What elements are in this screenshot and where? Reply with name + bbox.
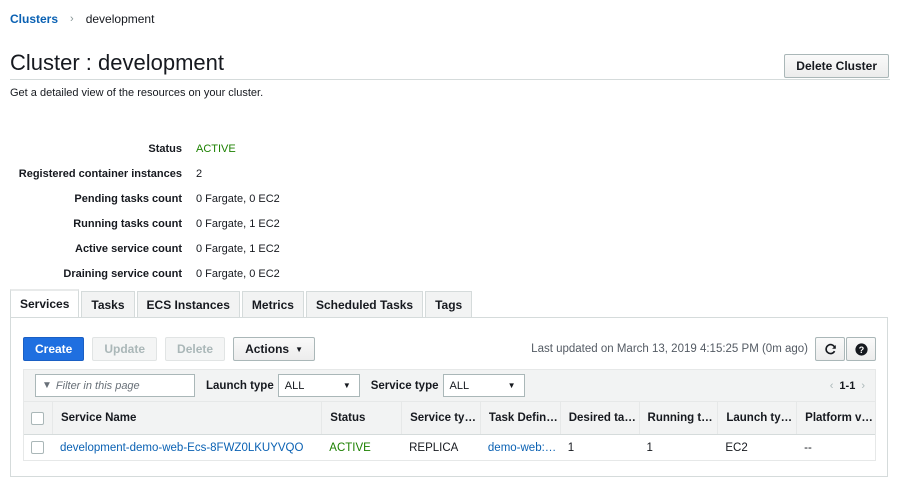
svg-text:?: ?	[858, 344, 863, 354]
filter-bar: ▼ Filter in this page Launch type ALL ▼ …	[23, 369, 876, 401]
launch-type-select[interactable]: ALL ▼	[277, 374, 360, 397]
select-all-checkbox[interactable]	[31, 411, 44, 425]
detail-value: 2	[196, 167, 203, 180]
detail-label: Draining service count	[63, 267, 182, 280]
column-header-service-type[interactable]: Service ty…	[401, 402, 480, 434]
create-button[interactable]: Create	[23, 337, 85, 361]
page-title: Cluster : development	[10, 50, 224, 75]
table-header: Service Name Status Service ty… Task Def…	[24, 402, 875, 435]
services-panel: Create Update Delete Actions ▼ Last upda…	[10, 317, 888, 477]
caret-down-icon: ▼	[342, 381, 351, 390]
service-type-value: ALL	[449, 379, 470, 392]
detail-row-registered-instances: Registered container instances 2	[10, 161, 280, 186]
service-type-select[interactable]: ALL ▼	[442, 374, 525, 397]
detail-value: 0 Fargate, 1 EC2	[196, 242, 280, 255]
filter-icon: ▼	[42, 380, 52, 391]
breadcrumb-current: development	[85, 12, 155, 26]
refresh-button[interactable]	[815, 337, 845, 361]
help-button[interactable]: ?	[846, 337, 876, 361]
detail-row-status: Status ACTIVE	[10, 136, 280, 161]
detail-row-active-services: Active service count 0 Fargate, 1 EC2	[10, 236, 280, 261]
launch-type-label: Launch type	[206, 379, 274, 392]
column-header-service-name[interactable]: Service Name	[51, 402, 321, 434]
caret-down-icon: ▼	[295, 344, 303, 354]
tab-tags[interactable]: Tags	[425, 291, 473, 317]
column-header-task-definition[interactable]: Task Defin…	[479, 402, 560, 434]
detail-label: Status	[148, 142, 182, 155]
column-header-status[interactable]: Status	[321, 402, 401, 434]
row-checkbox-cell	[24, 435, 52, 460]
column-header-platform-version[interactable]: Platform v…	[796, 402, 875, 434]
title-divider	[10, 79, 890, 80]
breadcrumb-separator: ›	[70, 13, 74, 25]
filter-input[interactable]: ▼ Filter in this page	[35, 374, 195, 397]
detail-label: Active service count	[75, 242, 182, 255]
launch-type-value: ALL	[284, 379, 305, 392]
detail-label: Registered container instances	[18, 167, 182, 180]
last-updated-text: Last updated on March 13, 2019 4:15:25 P…	[531, 343, 808, 355]
launch-type: EC2	[725, 441, 748, 454]
detail-label: Pending tasks count	[74, 192, 182, 205]
tab-metrics[interactable]: Metrics	[241, 291, 304, 317]
delete-button[interactable]: Delete	[165, 337, 226, 361]
chevron-left-icon[interactable]: ‹	[830, 380, 834, 392]
actions-label: Actions	[245, 342, 290, 356]
service-name-link[interactable]: development-demo-web-Ecs-8FWZ0LKUYVQO	[52, 435, 321, 460]
filter-placeholder: Filter in this page	[55, 379, 140, 392]
service-type: REPLICA	[409, 441, 459, 454]
page-description: Get a detailed view of the resources on …	[10, 87, 264, 99]
cluster-details: Status ACTIVE Registered container insta…	[10, 136, 280, 286]
desired-tasks: 1	[567, 441, 575, 454]
breadcrumb-clusters-link[interactable]: Clusters	[10, 12, 58, 26]
column-header-launch-type[interactable]: Launch ty…	[717, 402, 796, 434]
service-status: ACTIVE	[329, 441, 371, 454]
update-button[interactable]: Update	[92, 337, 158, 361]
row-checkbox[interactable]	[31, 441, 44, 454]
column-header-running-tasks[interactable]: Running t…	[638, 402, 718, 434]
refresh-icon	[824, 343, 836, 354]
tab-bar: Services Tasks ECS Instances Metrics Sch…	[10, 289, 474, 317]
help-icon: ?	[854, 342, 868, 356]
caret-down-icon: ▼	[507, 381, 516, 390]
detail-value: 0 Fargate, 1 EC2	[196, 217, 280, 230]
breadcrumb: Clusters › development	[10, 12, 154, 26]
header-checkbox-cell	[24, 402, 52, 434]
detail-value: 0 Fargate, 0 EC2	[196, 267, 280, 280]
platform-version: --	[804, 441, 812, 454]
page-range: 1-1	[839, 379, 856, 392]
tab-ecs-instances[interactable]: ECS Instances	[136, 291, 240, 317]
pagination: ‹ 1-1 ›	[830, 380, 865, 392]
table-row: development-demo-web-Ecs-8FWZ0LKUYVQO AC…	[24, 435, 875, 460]
delete-cluster-button[interactable]: Delete Cluster	[784, 54, 889, 78]
tab-scheduled-tasks[interactable]: Scheduled Tasks	[305, 291, 424, 317]
detail-row-draining-services: Draining service count 0 Fargate, 0 EC2	[10, 261, 280, 286]
detail-row-pending-tasks: Pending tasks count 0 Fargate, 0 EC2	[10, 186, 280, 211]
actions-dropdown[interactable]: Actions ▼	[233, 337, 315, 361]
detail-row-running-tasks: Running tasks count 0 Fargate, 1 EC2	[10, 211, 280, 236]
detail-value: 0 Fargate, 0 EC2	[196, 192, 280, 205]
services-toolbar: Create Update Delete Actions ▼	[23, 337, 315, 361]
service-type-label: Service type	[370, 379, 439, 392]
tab-tasks[interactable]: Tasks	[81, 291, 135, 317]
status-value: ACTIVE	[196, 142, 236, 155]
task-definition-link[interactable]: demo-web:…	[480, 435, 560, 460]
chevron-right-icon[interactable]: ›	[861, 380, 865, 392]
column-header-desired-tasks[interactable]: Desired ta…	[559, 402, 639, 434]
detail-label: Running tasks count	[73, 217, 182, 230]
running-tasks: 1	[646, 441, 653, 454]
services-table: Service Name Status Service ty… Task Def…	[23, 401, 876, 461]
tab-services[interactable]: Services	[10, 289, 80, 317]
